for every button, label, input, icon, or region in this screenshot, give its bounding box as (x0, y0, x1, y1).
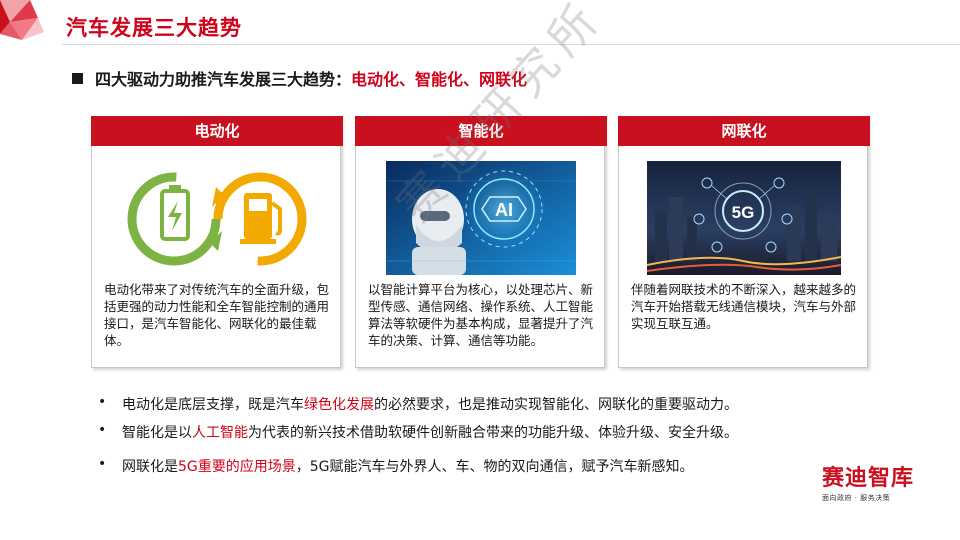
bullet-text: ，5G赋能汽车与外界人、车、物的双向通信，赋予汽车新感知。 (295, 459, 694, 475)
card-description: 电动化带来了对传统汽车的全面升级，包括更强的动力性能和全车智能控制的通用接口，是… (104, 282, 330, 348)
bullet-dot-icon: • (98, 456, 107, 472)
card-connectivity: 网联化 5G 伴随着网联技术的不断深入，越来越多的汽车开始搭载无线通信模块，汽车… (618, 116, 870, 368)
square-bullet-icon (72, 73, 83, 84)
bullet-dot-icon: • (98, 422, 107, 438)
corner-logo-icon (0, 0, 44, 40)
section-subheading: 四大驱动力助推汽车发展三大趋势：电动化、智能化、网联化 (72, 66, 527, 90)
5g-label: 5G (732, 203, 755, 222)
ai-label: AI (495, 200, 513, 220)
bullet-highlight: 5G重要的应用场景 (178, 459, 296, 475)
title-divider (62, 44, 960, 45)
bullet-text: 的必然要求，也是推动实现智能化、网联化的重要驱动力。 (374, 397, 738, 413)
bullet-text: 为代表的新兴技术借助软硬件创新融合带来的功能升级、体验升级、安全升级。 (248, 425, 738, 441)
brand-tagline: 面向政府 · 服务决策 (822, 494, 891, 502)
ai-robot-icon: AI (386, 161, 576, 275)
bullet-highlight: 绿色化发展 (304, 397, 374, 413)
card-title: 智能化 (355, 116, 607, 146)
bullet-text: 智能化是以 (122, 425, 192, 441)
card-title: 电动化 (91, 116, 343, 146)
card-description: 以智能计算平台为核心，以处理芯片、新型传感、通信网络、操作系统、人工智能算法等软… (368, 282, 594, 348)
subheading-prefix: 四大驱动力助推汽车发展三大趋势： (95, 70, 352, 89)
page-title: 汽车发展三大趋势 (66, 16, 242, 40)
bullet-text: 网联化是 (122, 459, 178, 475)
bullet-highlight: 人工智能 (192, 425, 248, 441)
bullet-text: 电动化是底层支撑，既是汽车 (122, 397, 304, 413)
5g-city-icon: 5G (647, 161, 841, 275)
brand-name: 赛迪智库 (822, 466, 915, 491)
card-intelligence: 智能化 AI 以智能计算平台为核心，以处理芯片、新型传感、通信网络、操作系统、人… (355, 116, 607, 368)
card-electrification: 电动化 电动化带来了对传统汽车的全面升级，包括更强的动力性能和全车智能控制的通用… (91, 116, 343, 368)
subheading-highlight: 电动化、智能化、网联化 (351, 70, 528, 89)
card-title: 网联化 (618, 116, 870, 146)
battery-and-fuel-pump-icon (122, 163, 312, 275)
card-description: 伴随着网联技术的不断深入，越来越多的汽车开始搭载无线通信模块，汽车与外部实现互联… (631, 282, 857, 331)
brand-logo: 赛迪智库 面向政府 · 服务决策 (822, 460, 944, 502)
bullet-dot-icon: • (98, 394, 107, 410)
